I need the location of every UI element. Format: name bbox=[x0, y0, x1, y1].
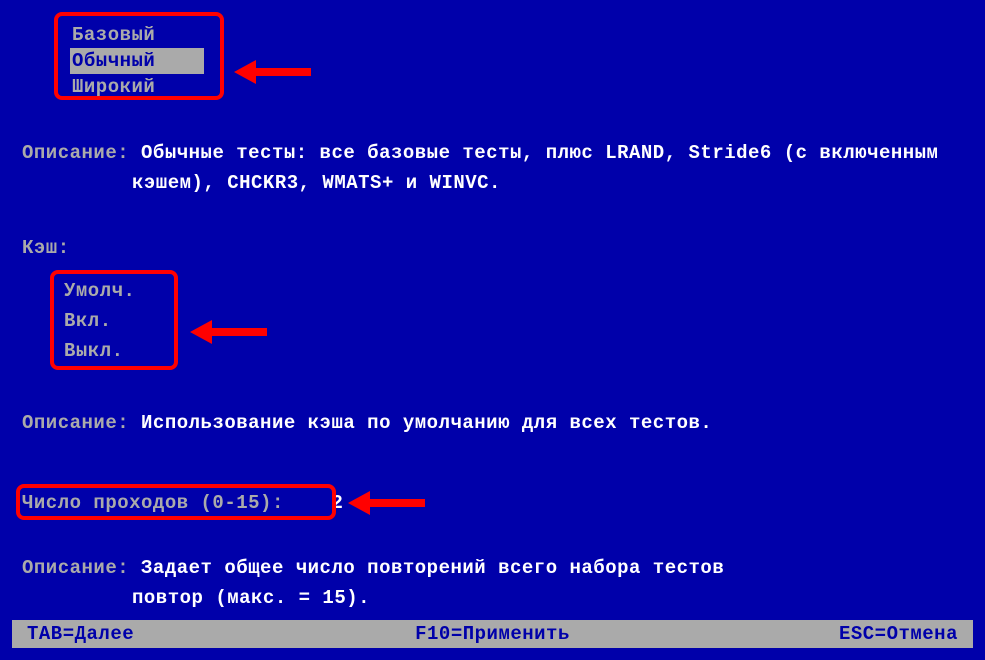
passes-label: Число проходов (0-15): bbox=[22, 492, 284, 514]
annotation-arrow-icon bbox=[234, 60, 311, 84]
test-mix-menu[interactable]: Базовый Обычный Широкий bbox=[62, 18, 212, 104]
cache-item-off[interactable]: Выкл. bbox=[64, 336, 135, 366]
cache-label: Кэш: bbox=[22, 237, 70, 259]
footer-hint-tab: TAB=Далее bbox=[27, 623, 134, 645]
desc2-text: Использование кэша по умолчанию для всех… bbox=[141, 412, 712, 434]
annotation-arrow-icon bbox=[190, 320, 267, 344]
desc1-line2: кэшем), CHCKR3, WMATS+ и WINVC. bbox=[132, 172, 501, 194]
desc1-line1: Обычные тесты: все базовые тесты, плюс L… bbox=[141, 142, 938, 164]
desc3-label: Описание: bbox=[22, 557, 129, 579]
description-1-cont: кэшем), CHCKR3, WMATS+ и WINVC. bbox=[132, 172, 501, 194]
footer-bar: TAB=Далее F10=Применить ESC=Отмена bbox=[12, 620, 973, 648]
passes-value[interactable]: 2 bbox=[331, 492, 343, 514]
test-mix-item-wide[interactable]: Широкий bbox=[70, 74, 204, 100]
test-mix-item-standard[interactable]: Обычный bbox=[70, 48, 204, 74]
footer-hint-f10: F10=Применить bbox=[415, 623, 570, 645]
description-3: Описание: Задает общее число повторений … bbox=[22, 557, 724, 579]
description-2: Описание: Использование кэша по умолчани… bbox=[22, 412, 712, 434]
pass-count-field[interactable]: Число проходов (0-15): 2 bbox=[22, 492, 343, 514]
description-3-cont: повтор (макс. = 15). bbox=[132, 587, 370, 609]
desc3-line1: Задает общее число повторений всего набо… bbox=[141, 557, 724, 579]
test-mix-item-basic[interactable]: Базовый bbox=[70, 22, 204, 48]
description-1: Описание: Обычные тесты: все базовые тес… bbox=[22, 142, 938, 164]
cache-item-default[interactable]: Умолч. bbox=[64, 276, 135, 306]
desc1-label: Описание: bbox=[22, 142, 129, 164]
desc3-line2: повтор (макс. = 15). bbox=[132, 587, 370, 609]
desc2-label: Описание: bbox=[22, 412, 129, 434]
footer-hint-esc: ESC=Отмена bbox=[839, 623, 958, 645]
cache-menu[interactable]: Умолч. Вкл. Выкл. bbox=[64, 276, 135, 366]
cache-item-on[interactable]: Вкл. bbox=[64, 306, 135, 336]
annotation-arrow-icon bbox=[348, 491, 425, 515]
